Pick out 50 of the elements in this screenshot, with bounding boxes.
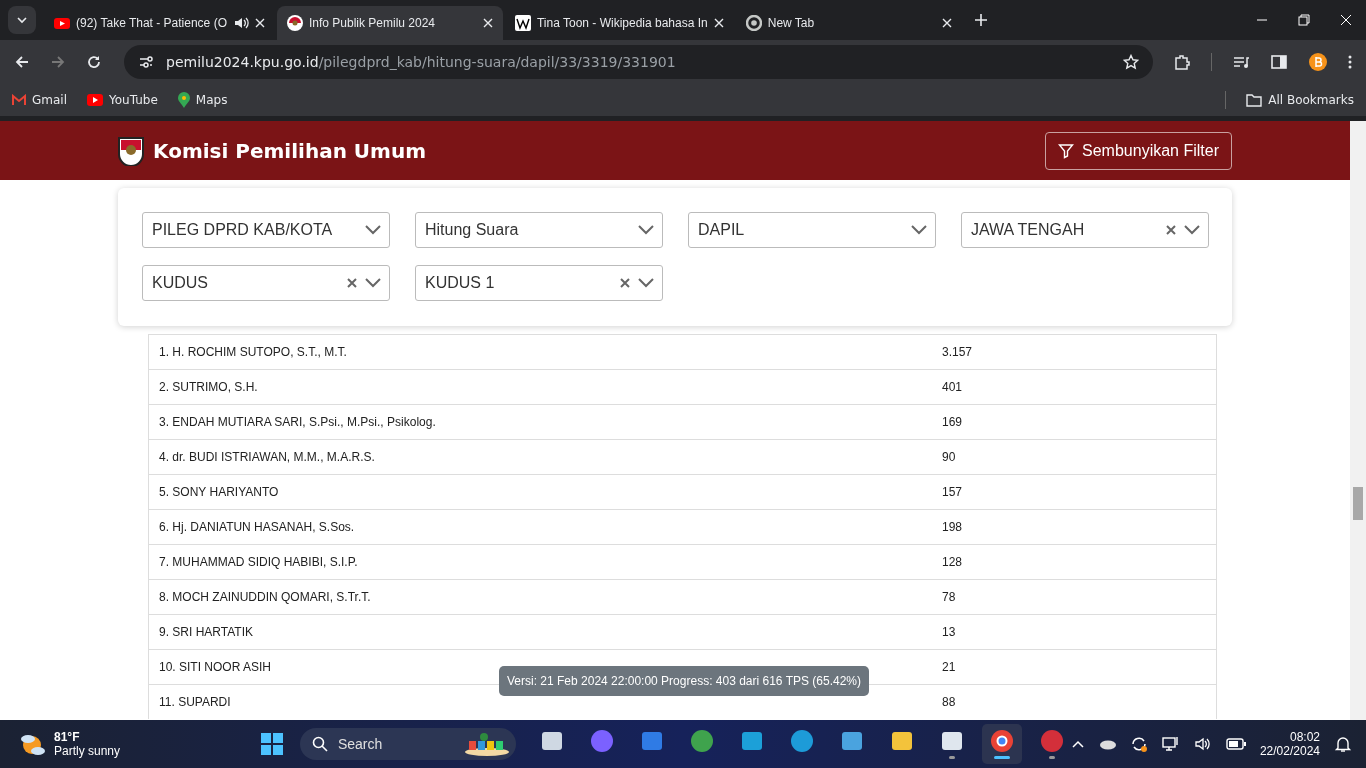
filter-dropdown[interactable]: Hitung Suara xyxy=(415,212,663,248)
vote-count: 401 xyxy=(942,380,963,394)
candidate-name: 3. ENDAH MUTIARA SARI, S.Psi., M.Psi., Psikolog. xyxy=(159,415,437,429)
tab-title: (92) Take That - Patience (O xyxy=(76,16,227,30)
all-bookmarks-button[interactable]: All Bookmarks xyxy=(1246,93,1354,107)
filter-dropdown[interactable]: PILEG DPRD KAB/KOTA xyxy=(142,212,390,248)
filter-dropdown[interactable]: DAPIL xyxy=(688,212,936,248)
candidate-name: 10. SITI NOOR ASIH xyxy=(159,660,273,674)
filter-dropdown[interactable]: JAWA TENGAH xyxy=(961,212,1209,248)
candidate-name: 11. SUPARDI xyxy=(159,695,232,709)
filter-dropdown[interactable]: KUDUS xyxy=(142,265,390,301)
vote-count: 90 xyxy=(942,450,956,464)
hide-filter-button[interactable]: Sembunyikan Filter xyxy=(1045,131,1232,170)
tab-title: Tina Toon - Wikipedia bahasa In xyxy=(536,16,708,30)
address-bar[interactable]: pemilu2024.kpu.go.id/pilegdprd_kab/hitung-suara/dapil/33/3319/331901 xyxy=(124,45,1153,79)
vote-count: 157 xyxy=(942,485,963,499)
candidate-name: 8. MOCH ZAINUDDIN QOMARI, S.Tr.T. xyxy=(159,590,372,604)
bookmark-link[interactable]: YouTube xyxy=(87,93,158,107)
candidate-name: 6. Hj. DANIATUN HASANAH, S.Sos. xyxy=(159,520,356,534)
browser-tab[interactable]: New Tab xyxy=(735,6,962,40)
weather-condition: Partly sunny xyxy=(54,744,121,758)
version-tooltip: Versi: 21 Feb 2024 22:00:00 Progress: 403 dari 616 TPS (65.42%) xyxy=(499,666,869,696)
candidate-name: 1. H. ROCHIM SUTOPO, S.T., M.T. xyxy=(159,345,348,359)
vote-count: 21 xyxy=(942,660,956,674)
bookmark-link[interactable]: Gmail xyxy=(12,93,67,107)
vote-count: 128 xyxy=(942,555,963,569)
vote-count: 169 xyxy=(942,415,963,429)
vote-count: 198 xyxy=(942,520,963,534)
candidate-name: 5. SONY HARIYANTO xyxy=(159,485,280,499)
candidate-name: 4. dr. BUDI ISTRIAWAN, M.M., M.A.R.S. xyxy=(159,450,376,464)
candidate-name: 2. SUTRIMO, S.H. xyxy=(159,380,259,394)
filter-dropdown[interactable]: KUDUS 1 xyxy=(415,265,663,301)
bookmark-link[interactable]: Maps xyxy=(177,92,228,108)
tab-title: New Tab xyxy=(767,16,816,30)
url-text: pemilu2024.kpu.go.id/pilegdprd_kab/hitung-suara/dapil/33/3319/331901 xyxy=(166,54,676,70)
candidate-name: 7. MUHAMMAD SIDIQ HABIBI, S.I.P. xyxy=(159,555,359,569)
vote-count: 78 xyxy=(942,590,956,604)
site-title: Komisi Pemilihan Umum xyxy=(153,138,427,163)
clock[interactable]: 08:02 22/02/2024 xyxy=(1259,730,1320,758)
vote-count: 3.157 xyxy=(942,345,973,359)
vote-count: 13 xyxy=(942,625,956,639)
browser-tab[interactable]: Info Publik Pemilu 2024 xyxy=(276,6,503,40)
taskbar-search-field[interactable]: Search xyxy=(299,728,516,760)
browser-tab[interactable]: (92) Take That - Patience (O xyxy=(44,6,275,40)
browser-tab[interactable]: Tina Toon - Wikipedia bahasa In xyxy=(504,6,734,40)
candidate-name: 9. SRI HARTATIK xyxy=(159,625,255,639)
temperature: 81°F xyxy=(54,730,81,744)
weather-widget[interactable]: 81°F Partly sunny xyxy=(0,730,244,758)
vote-count: 88 xyxy=(942,695,956,709)
tab-title: Info Publik Pemilu 2024 xyxy=(308,16,437,30)
